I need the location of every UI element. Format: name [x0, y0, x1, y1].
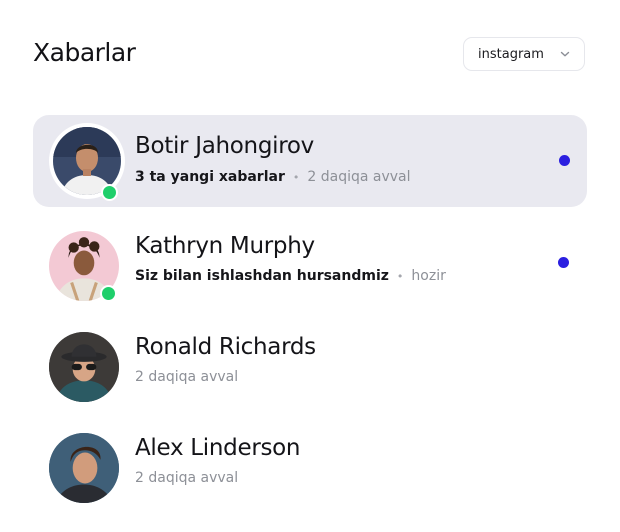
separator-dot: •	[396, 269, 404, 283]
separator-dot: •	[292, 170, 300, 184]
conversation-preview: 3 ta yangi xabarlar • 2 daqiqa avval	[135, 169, 411, 185]
contact-name: Ronald Richards	[135, 334, 316, 360]
source-select-value: instagram	[478, 46, 544, 62]
online-status-indicator	[101, 184, 118, 201]
contact-name: Botir Jahongirov	[135, 133, 314, 159]
message-time: hozir	[411, 268, 446, 284]
message-time: 2 daqiqa avval	[135, 470, 239, 486]
message-preview: Siz bilan ishlashdan hursandmiz	[135, 268, 389, 284]
chevron-down-icon	[560, 51, 570, 57]
page-title: Xabarlar	[33, 38, 136, 67]
conversation-list: Botir Jahongirov 3 ta yangi xabarlar • 2…	[33, 115, 587, 519]
conversation-item[interactable]: Botir Jahongirov 3 ta yangi xabarlar • 2…	[33, 115, 587, 207]
message-time: 2 daqiqa avval	[307, 169, 411, 185]
conversation-preview: Siz bilan ishlashdan hursandmiz • hozir	[135, 268, 446, 284]
conversation-item[interactable]: Kathryn Murphy Siz bilan ishlashdan hurs…	[33, 216, 587, 308]
conversation-preview: 2 daqiqa avval	[135, 369, 238, 385]
contact-name: Kathryn Murphy	[135, 233, 315, 259]
avatar-container	[49, 332, 119, 402]
online-status-indicator	[100, 285, 117, 302]
unread-indicator	[559, 155, 570, 166]
avatar-container	[49, 123, 125, 201]
contact-name: Alex Linderson	[135, 435, 301, 461]
message-preview: 3 ta yangi xabarlar	[135, 169, 285, 185]
message-time: 2 daqiqa avval	[135, 369, 239, 385]
avatar	[49, 332, 119, 402]
avatar-container	[49, 433, 119, 503]
avatar-container	[49, 231, 119, 302]
unread-indicator	[558, 257, 569, 268]
avatar	[49, 433, 119, 503]
conversation-item[interactable]: Ronald Richards 2 daqiqa avval	[33, 317, 587, 409]
source-select[interactable]: instagram	[463, 37, 585, 71]
conversation-item[interactable]: Alex Linderson 2 daqiqa avval	[33, 418, 587, 510]
conversation-preview: 2 daqiqa avval	[135, 470, 238, 486]
